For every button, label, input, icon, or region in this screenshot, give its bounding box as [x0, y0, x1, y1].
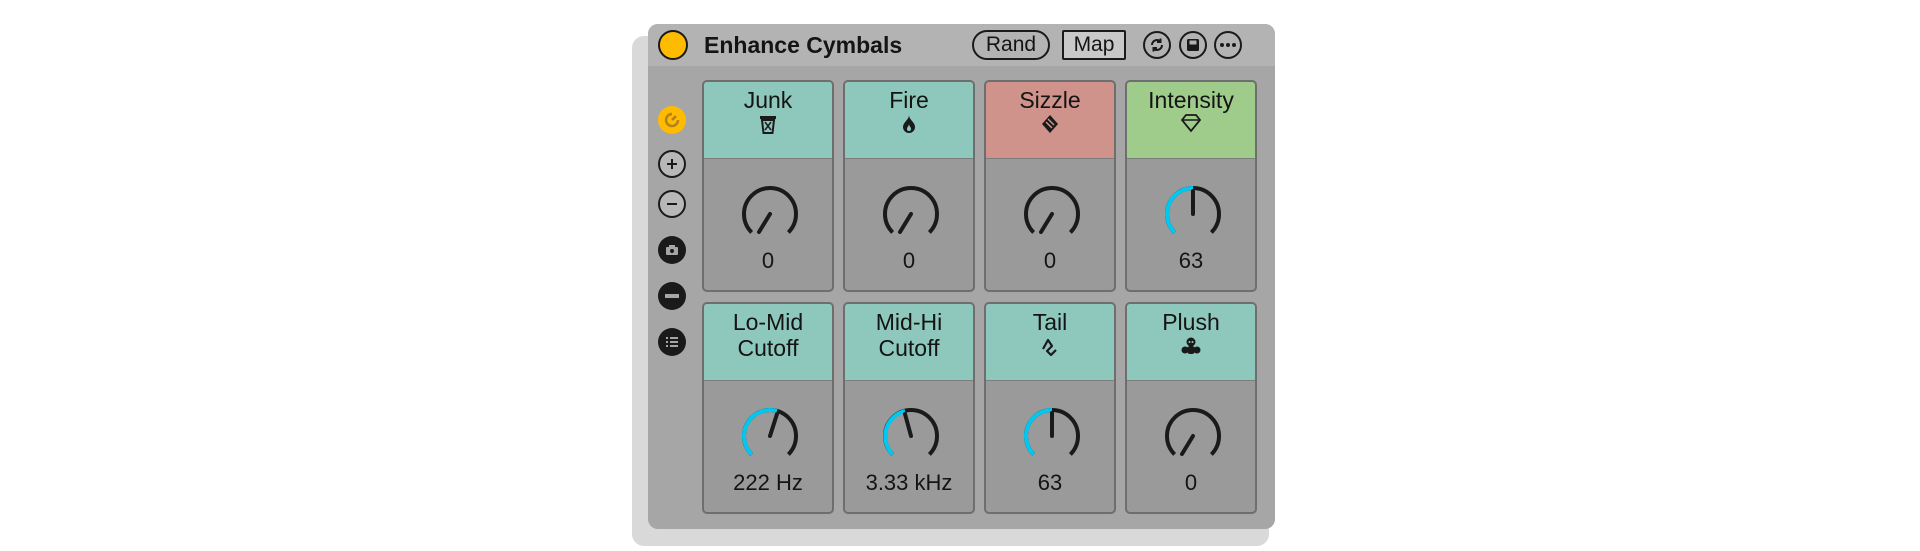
macro-value: 0 — [761, 248, 775, 273]
device-title-bar: Enhance Cymbals Rand Map — [648, 24, 1275, 66]
macro-header[interactable]: Plush — [1127, 304, 1255, 381]
macro-label: Tail — [1032, 309, 1068, 335]
device-title: Enhance Cymbals — [704, 32, 903, 58]
sizzle-icon — [1042, 115, 1058, 133]
macro-knob[interactable] — [1158, 179, 1228, 249]
diamond-icon — [1180, 114, 1202, 133]
swap-icon[interactable] — [1143, 31, 1171, 59]
save-preset-icon[interactable] — [1179, 31, 1207, 59]
macro-sizzle: Sizzle 0 — [984, 80, 1116, 292]
macro-sidebar — [648, 66, 698, 529]
macro-knob[interactable] — [1017, 401, 1087, 471]
plush-icon — [1181, 337, 1201, 354]
tail-squiggle-icon — [1042, 338, 1057, 357]
macro-junk: Junk 0 — [702, 80, 834, 292]
remove-macro-icon[interactable] — [658, 190, 686, 218]
macro-mid-hi-cutoff: Mid-Hi Cutoff 3.33 kHz — [843, 302, 975, 514]
macro-value: 0 — [902, 248, 916, 273]
device-list-icon[interactable] — [658, 328, 686, 356]
macro-header[interactable]: Sizzle — [986, 82, 1114, 159]
rand-button[interactable]: Rand — [972, 30, 1050, 60]
macro-plush: Plush 0 — [1125, 302, 1257, 514]
show-macros-icon[interactable] — [658, 106, 686, 134]
macro-label: Lo-Mid Cutoff — [732, 309, 804, 361]
add-macro-icon[interactable] — [658, 150, 686, 178]
macro-intensity: Intensity 63 — [1125, 80, 1257, 292]
rack-device: Enhance Cymbals Rand Map Junk 0 Fire 0 S… — [648, 24, 1275, 529]
snapshot-icon[interactable] — [658, 236, 686, 264]
macro-label: Plush — [1162, 309, 1220, 335]
macro-label: Intensity — [1148, 87, 1234, 113]
macro-value: 63 — [1178, 248, 1204, 273]
macro-value: 0 — [1043, 248, 1057, 273]
macro-knob[interactable] — [1017, 179, 1087, 249]
macro-value: 222 Hz — [733, 470, 803, 495]
macro-header[interactable]: Junk — [704, 82, 832, 159]
macro-header[interactable]: Lo-Mid Cutoff — [704, 304, 832, 381]
macro-lo-mid-cutoff: Lo-Mid Cutoff 222 Hz — [702, 302, 834, 514]
macro-tail: Tail 63 — [984, 302, 1116, 514]
macro-label: Junk — [743, 87, 793, 113]
macro-label: Mid-Hi Cutoff — [875, 309, 943, 361]
trash-can-icon — [760, 116, 776, 134]
macro-label: Sizzle — [1019, 87, 1081, 113]
macro-header[interactable]: Mid-Hi Cutoff — [845, 304, 973, 381]
macro-knob[interactable] — [1158, 401, 1228, 471]
macro-knob[interactable] — [735, 179, 805, 249]
macro-fire: Fire 0 — [843, 80, 975, 292]
macro-value: 3.33 kHz — [865, 470, 953, 495]
more-options-icon[interactable] — [1214, 31, 1242, 59]
device-power-button[interactable] — [658, 30, 688, 60]
macro-value: 63 — [1037, 470, 1063, 495]
macro-header[interactable]: Tail — [986, 304, 1114, 381]
flame-icon — [903, 115, 915, 133]
chain-list-icon[interactable] — [658, 282, 686, 310]
macro-knob[interactable] — [876, 401, 946, 471]
macro-value: 0 — [1184, 470, 1198, 495]
macro-knob[interactable] — [876, 179, 946, 249]
macro-header[interactable]: Fire — [845, 82, 973, 159]
macro-header[interactable]: Intensity — [1127, 82, 1255, 159]
macro-label: Fire — [889, 87, 929, 113]
map-button[interactable]: Map — [1062, 30, 1126, 60]
macro-knob[interactable] — [735, 401, 805, 471]
